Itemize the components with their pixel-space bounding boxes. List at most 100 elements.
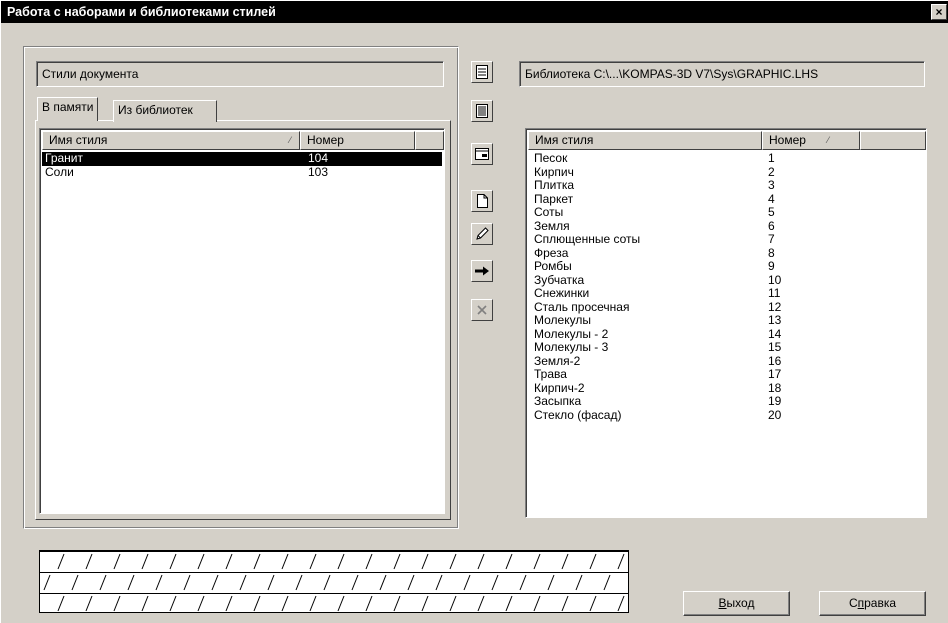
window-form-icon [475,148,489,160]
style-number-cell: 4 [768,191,775,206]
style-number-cell: 19 [768,394,782,408]
column-header-number[interactable]: Номер [300,131,415,150]
style-number-cell: 16 [768,353,782,368]
table-row[interactable]: Паркет 4 [528,191,924,207]
style-number-cell: 20 [768,407,782,422]
table-row[interactable]: Кирпич-2 18 [528,380,924,396]
new-style-button[interactable] [471,190,493,212]
table-row[interactable]: Гранит 104 [42,151,442,166]
document-styles-rows: Гранит 104 Соли 103 [42,151,442,180]
style-name-cell: Молекулы - 3 [534,340,609,354]
column-header-name[interactable]: Имя стиля [528,131,762,150]
style-number-cell: 2 [768,164,775,179]
table-row[interactable]: Стекло (фасад) 20 [528,407,924,423]
table-row[interactable]: Молекулы - 3 15 [528,340,924,355]
style-name-cell: Сталь просечная [534,299,630,314]
table-row[interactable]: Соты 5 [528,205,924,220]
window-title: Работа с наборами и библиотеками стилей [7,5,276,19]
style-name-cell: Песок [534,151,568,165]
style-name-cell: Снежинки [534,286,590,300]
hatch-pattern-image [40,551,628,612]
style-number-cell: 104 [308,151,329,165]
table-row[interactable]: Ромбы 9 [528,259,924,274]
table-row[interactable]: Снежинки 11 [528,286,924,301]
style-number-cell: 12 [768,299,782,314]
column-header-number-label: Номер [769,133,806,147]
table-row[interactable]: Молекулы 13 [528,313,924,328]
exit-button[interactable]: Выход [683,591,790,616]
style-number-cell: 15 [768,340,782,354]
pencil-icon [476,227,489,240]
style-number-cell: 1 [768,151,775,165]
library-styles-list[interactable]: Имя стиля Номер ⁄ Песок 1 Кирпич 2 Плитка 3 Па… [525,128,927,518]
delete-style-button[interactable] [471,299,493,321]
column-header-name-label: Имя стиля [49,133,108,147]
style-name-cell: Кирпич-2 [534,380,585,395]
help-label-pre: С [848,596,858,610]
arrow-right-icon [475,266,489,276]
style-number-cell: 6 [768,218,775,233]
window-form-button[interactable] [471,143,493,165]
style-name-cell: Гранит [45,151,83,165]
style-number-cell: 17 [768,367,782,381]
table-row[interactable]: Земля 6 [528,218,924,234]
tab-in-memory-label: В памяти [42,100,94,114]
style-name-cell: Фреза [534,245,569,260]
help-button[interactable]: Справка [819,591,926,616]
style-name-cell: Соли [45,164,74,179]
new-document-icon [477,194,488,208]
table-row[interactable]: Кирпич 2 [528,164,924,180]
tab-in-memory[interactable]: В памяти [37,97,99,121]
document-set-icon [476,65,488,79]
table-row[interactable]: Плитка 3 [528,178,924,193]
document-set-button[interactable] [471,61,493,83]
document-styles-list[interactable]: Имя стиля ⁄ Номер Гранит 104 Соли 103 [39,128,445,514]
style-name-cell: Сплющенные соты [534,232,641,246]
style-number-cell: 3 [768,178,775,192]
tab-from-libraries[interactable]: Из библиотек [113,100,217,122]
column-header-number[interactable]: Номер ⁄ [762,131,860,150]
table-row[interactable]: Соли 103 [42,164,442,180]
table-row[interactable]: Зубчатка 10 [528,272,924,288]
column-header-filler [860,131,926,150]
column-header-name[interactable]: Имя стиля ⁄ [42,131,300,150]
style-name-cell: Кирпич [534,164,574,179]
table-row[interactable]: Сплющенные соты 7 [528,232,924,247]
column-header-number-label: Номер [307,133,344,147]
sort-indicator-icon: ⁄ [827,135,829,145]
style-name-cell: Стекло (фасад) [534,407,622,422]
table-row[interactable]: Сталь просечная 12 [528,299,924,315]
style-name-cell: Плитка [534,178,575,192]
document-list-button[interactable] [471,100,493,122]
style-number-cell: 13 [768,313,782,327]
table-row[interactable]: Песок 1 [528,151,924,166]
copy-style-button[interactable] [471,260,493,282]
style-number-cell: 8 [768,245,775,260]
column-header-name-label: Имя стиля [535,133,594,147]
style-name-cell: Трава [534,367,567,381]
table-row[interactable]: Засыпка 19 [528,394,924,409]
exit-accel: В [718,596,727,610]
table-row[interactable]: Трава 17 [528,367,924,382]
exit-label: ыход [726,596,755,610]
style-number-cell: 103 [308,164,329,179]
style-name-cell: Молекулы [534,313,591,327]
library-styles-rows: Песок 1 Кирпич 2 Плитка 3 Паркет 4 Соты 5 Земля 6 Сп… [528,151,924,423]
close-button[interactable]: × [931,4,947,20]
style-number-cell: 9 [768,259,775,273]
style-number-cell: 11 [768,286,781,300]
table-row[interactable]: Молекулы - 2 14 [528,326,924,342]
style-number-cell: 18 [768,380,782,395]
style-number-cell: 10 [768,272,782,287]
column-header-filler [415,131,444,150]
library-path: Библиотека C:\...\KOMPAS-3D V7\Sys\GRAPH… [519,61,925,87]
style-name-cell: Соты [534,205,564,219]
help-label-rest: равка [864,596,897,610]
table-row[interactable]: Фреза 8 [528,245,924,261]
edit-style-button[interactable] [471,223,493,245]
style-name-cell: Молекулы - 2 [534,326,609,341]
style-name-cell: Земля [534,218,570,233]
style-name-cell: Земля-2 [534,353,581,368]
delete-icon [477,305,487,315]
table-row[interactable]: Земля-2 16 [528,353,924,369]
